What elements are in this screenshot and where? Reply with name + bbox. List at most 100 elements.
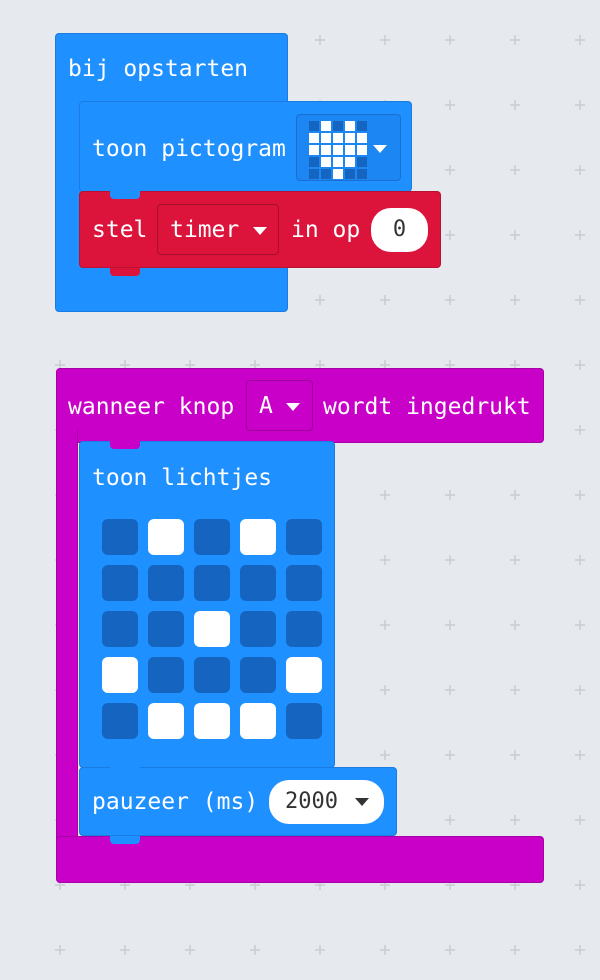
- grid-mark: [380, 490, 390, 500]
- led-4-3[interactable]: [240, 703, 276, 739]
- icon-pixel: [357, 133, 367, 143]
- icon-pixel: [309, 169, 319, 179]
- grid-mark: [250, 945, 260, 955]
- icon-pixel: [357, 145, 367, 155]
- chevron-down-icon: [373, 145, 387, 153]
- grid-mark: [575, 880, 585, 890]
- grid-mark: [510, 230, 520, 240]
- grid-mark: [445, 165, 455, 175]
- grid-mark: [380, 555, 390, 565]
- led-2-4[interactable]: [286, 611, 322, 647]
- led-3-0[interactable]: [102, 657, 138, 693]
- grid-mark: [445, 230, 455, 240]
- led-0-1[interactable]: [148, 519, 184, 555]
- chevron-down-icon: [253, 227, 267, 235]
- grid-mark: [510, 35, 520, 45]
- grid-mark: [120, 945, 130, 955]
- grid-mark: [510, 685, 520, 695]
- grid-mark: [445, 35, 455, 45]
- led-3-1[interactable]: [148, 657, 184, 693]
- led-3-4[interactable]: [286, 657, 322, 693]
- led-2-2[interactable]: [194, 611, 230, 647]
- to-label: in op: [291, 217, 361, 243]
- icon-pixel: [345, 157, 355, 167]
- grid-mark: [445, 490, 455, 500]
- grid-mark: [445, 555, 455, 565]
- grid-mark: [315, 945, 325, 955]
- grid-mark: [510, 295, 520, 305]
- variable-dropdown[interactable]: timer: [157, 204, 279, 255]
- led-0-0[interactable]: [102, 519, 138, 555]
- grid-mark: [575, 945, 585, 955]
- led-1-0[interactable]: [102, 565, 138, 601]
- led-0-4[interactable]: [286, 519, 322, 555]
- grid-mark: [445, 945, 455, 955]
- led-0-2[interactable]: [194, 519, 230, 555]
- chevron-down-icon: [355, 798, 369, 806]
- grid-mark: [575, 360, 585, 370]
- grid-mark: [510, 945, 520, 955]
- icon-pixel: [345, 145, 355, 155]
- led-4-0[interactable]: [102, 703, 138, 739]
- grid-mark: [315, 295, 325, 305]
- grid-mark: [510, 100, 520, 110]
- icon-pixel: [357, 157, 367, 167]
- led-matrix[interactable]: [102, 519, 322, 739]
- grid-mark: [575, 620, 585, 630]
- led-0-3[interactable]: [240, 519, 276, 555]
- grid-mark: [575, 815, 585, 825]
- icon-dropdown[interactable]: [296, 114, 401, 181]
- icon-pixel: [345, 169, 355, 179]
- show-leds-label: toon lichtjes: [92, 465, 273, 491]
- icon-pixel: [333, 157, 343, 167]
- grid-mark: [380, 620, 390, 630]
- grid-mark: [55, 945, 65, 955]
- grid-mark: [445, 750, 455, 760]
- led-2-1[interactable]: [148, 611, 184, 647]
- grid-mark: [510, 750, 520, 760]
- grid-mark: [575, 685, 585, 695]
- led-1-3[interactable]: [240, 565, 276, 601]
- grid-mark: [575, 230, 585, 240]
- led-4-4[interactable]: [286, 703, 322, 739]
- grid-mark: [510, 165, 520, 175]
- led-3-3[interactable]: [240, 657, 276, 693]
- grid-mark: [380, 35, 390, 45]
- grid-mark: [575, 425, 585, 435]
- led-4-2[interactable]: [194, 703, 230, 739]
- button-dropdown[interactable]: A: [246, 380, 313, 431]
- grid-mark: [510, 620, 520, 630]
- led-3-2[interactable]: [194, 657, 230, 693]
- pause-value-input[interactable]: 2000: [269, 780, 384, 824]
- led-1-1[interactable]: [148, 565, 184, 601]
- icon-pixel: [357, 169, 367, 179]
- grid-mark: [575, 35, 585, 45]
- grid-mark: [510, 490, 520, 500]
- icon-pixel: [321, 157, 331, 167]
- grid-mark: [575, 555, 585, 565]
- heart-icon: [309, 121, 367, 179]
- set-value-input[interactable]: 0: [371, 208, 428, 252]
- show-icon-label: toon pictogram: [92, 136, 286, 162]
- grid-mark: [510, 815, 520, 825]
- grid-mark: [380, 295, 390, 305]
- icon-pixel: [357, 121, 367, 131]
- set-label: stel: [92, 217, 148, 243]
- grid-mark: [575, 100, 585, 110]
- grid-mark: [380, 945, 390, 955]
- variable-name: timer: [170, 217, 240, 243]
- icon-pixel: [333, 145, 343, 155]
- led-2-3[interactable]: [240, 611, 276, 647]
- grid-mark: [445, 100, 455, 110]
- led-4-1[interactable]: [148, 703, 184, 739]
- grid-mark: [380, 750, 390, 760]
- icon-pixel: [321, 133, 331, 143]
- pause-label: pauzeer (ms): [92, 789, 259, 815]
- led-1-4[interactable]: [286, 565, 322, 601]
- grid-mark: [575, 490, 585, 500]
- set-value: 0: [392, 217, 407, 242]
- icon-pixel: [333, 169, 343, 179]
- grid-mark: [380, 685, 390, 695]
- led-2-0[interactable]: [102, 611, 138, 647]
- led-1-2[interactable]: [194, 565, 230, 601]
